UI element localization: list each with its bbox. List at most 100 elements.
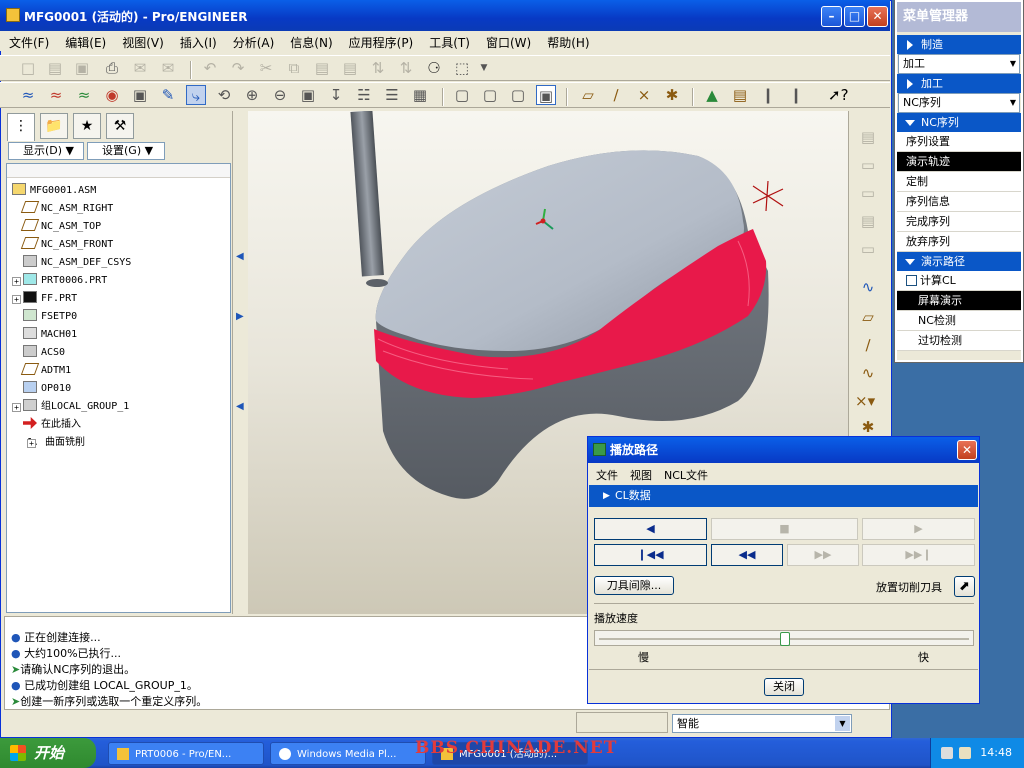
sequence-icon[interactable]: ▤: [858, 127, 878, 147]
model-display-icon[interactable]: ▣: [130, 85, 150, 105]
dialog-menu-view[interactable]: 视图: [622, 463, 656, 483]
compute-cl-checkbox[interactable]: 计算CL: [897, 271, 1021, 291]
send-icon[interactable]: ✉: [158, 58, 178, 78]
menu-item-nc-check[interactable]: NC检测: [897, 311, 1021, 331]
keyboard-icon[interactable]: [941, 747, 953, 759]
menu-window[interactable]: 窗口(W): [477, 31, 538, 51]
expand-toggle-icon[interactable]: +: [27, 439, 36, 448]
connections-tab[interactable]: ⚒: [106, 113, 134, 139]
favorites-tab[interactable]: ★: [73, 113, 101, 139]
curve-icon[interactable]: ∿: [858, 277, 878, 297]
window-icon[interactable]: ▤: [858, 211, 878, 231]
cl-data-icon[interactable]: ≈: [46, 85, 66, 105]
tree-item[interactable]: + FF.PRT: [12, 290, 77, 308]
chevron-down-icon[interactable]: ▼: [835, 716, 850, 731]
menu-item-sequence-setup[interactable]: 序列设置: [897, 132, 1021, 152]
saved-views-icon[interactable]: ☵: [354, 85, 374, 105]
material-removal-icon[interactable]: ◉: [102, 85, 122, 105]
menu-info[interactable]: 信息(N): [281, 31, 339, 51]
refit-icon[interactable]: ▣: [298, 85, 318, 105]
tree-item[interactable]: NC_ASM_TOP: [20, 218, 101, 236]
datum-axes-icon[interactable]: ∕: [606, 85, 626, 105]
datum-planes-icon[interactable]: ▱: [578, 85, 598, 105]
model-tree-tab[interactable]: ⋮: [7, 113, 35, 141]
select-dropdown-icon[interactable]: ▼: [474, 58, 494, 78]
speed-slider[interactable]: [594, 630, 974, 646]
new-file-icon[interactable]: □: [18, 58, 38, 78]
paste-icon[interactable]: ▤: [312, 58, 332, 78]
expand-toggle-icon[interactable]: +: [12, 295, 21, 304]
wireframe-icon[interactable]: ▢: [452, 85, 472, 105]
show-dropdown[interactable]: 显示(D) ▼: [8, 142, 84, 160]
tree-item[interactable]: 在此插入: [23, 416, 81, 434]
point-icon[interactable]: ×▾: [855, 391, 875, 411]
tool-setup-icon[interactable]: ❙: [758, 85, 778, 105]
minimize-button[interactable]: –: [821, 6, 842, 27]
tree-item[interactable]: + PRT0006.PRT: [12, 272, 107, 290]
layers-icon[interactable]: ☰: [382, 85, 402, 105]
slider-thumb[interactable]: [780, 632, 790, 646]
save-icon[interactable]: ▣: [72, 58, 92, 78]
menu-item-gouge-check[interactable]: 过切检测: [897, 331, 1021, 351]
tree-item[interactable]: NC_ASM_DEF_CSYS: [23, 254, 131, 272]
folder-browser-tab[interactable]: 📁: [40, 113, 68, 139]
tree-item[interactable]: +1. 曲面铣削: [27, 434, 85, 452]
network-icon[interactable]: [959, 747, 971, 759]
csys-icon[interactable]: ✱: [858, 417, 878, 437]
spin-center-icon[interactable]: ⟲: [214, 85, 234, 105]
paste-special-icon[interactable]: ▤: [340, 58, 360, 78]
menu-header-machining[interactable]: 加工: [897, 74, 1021, 93]
dialog-title-bar[interactable]: 播放路径 ✕: [588, 437, 979, 463]
print-icon[interactable]: ⎙: [102, 58, 122, 78]
selection-filter[interactable]: 智能 ▼: [672, 714, 852, 733]
tree-item[interactable]: NC_ASM_RIGHT: [20, 200, 113, 218]
menu-help[interactable]: 帮助(H): [538, 31, 596, 51]
menu-header-nc-sequence[interactable]: NC序列: [897, 113, 1021, 132]
menu-item-play-path[interactable]: 演示轨迹: [897, 152, 1021, 172]
coordinate-systems-icon[interactable]: ✱: [662, 85, 682, 105]
expand-toggle-icon[interactable]: +: [12, 277, 21, 286]
workpiece-icon[interactable]: ▤: [730, 85, 750, 105]
maximize-button[interactable]: □: [844, 6, 865, 27]
start-button[interactable]: 开始: [0, 738, 96, 768]
tree-item[interactable]: FSETP0: [23, 308, 77, 326]
tool-clearance-button[interactable]: 刀具间隙...: [594, 576, 674, 595]
close-button[interactable]: ✕: [867, 6, 888, 27]
taskbar-item[interactable]: Windows Media Pl...: [270, 742, 426, 765]
expand-arrow-icon[interactable]: ▶: [236, 311, 244, 322]
dialog-menu-ncl-file[interactable]: NCL文件: [656, 463, 712, 483]
menu-select-machining[interactable]: NC序列: [898, 93, 1020, 113]
menu-item-done-sequence[interactable]: 完成序列: [897, 212, 1021, 232]
menu-item-quit-sequence[interactable]: 放弃序列: [897, 232, 1021, 252]
menu-view[interactable]: 视图(V): [113, 31, 171, 51]
shading-icon[interactable]: ▣: [536, 85, 556, 105]
select-box-icon[interactable]: ⬚: [452, 58, 472, 78]
close-dialog-button[interactable]: 关闭: [764, 678, 804, 696]
coordinate-toggle-icon[interactable]: ⤷: [186, 85, 206, 105]
menu-analysis[interactable]: 分析(A): [224, 31, 282, 51]
rewind-to-start-button[interactable]: ❙◀◀: [594, 544, 707, 566]
undo-icon[interactable]: ↶: [200, 58, 220, 78]
regenerate-icon[interactable]: ⇅: [368, 58, 388, 78]
sketch-icon[interactable]: ▭: [858, 239, 878, 259]
email-icon[interactable]: ✉: [130, 58, 150, 78]
zoom-in-icon[interactable]: ⊕: [242, 85, 262, 105]
taskbar-item[interactable]: PRT0006 - Pro/EN...: [108, 742, 264, 765]
tree-item[interactable]: MFG0001.ASM: [12, 182, 96, 200]
datum-points-icon[interactable]: ×: [634, 85, 654, 105]
step-backward-button[interactable]: ◀◀: [711, 544, 783, 566]
panel-splitter[interactable]: ◀ ▶ ◀: [232, 111, 248, 614]
context-help-icon[interactable]: ➚?: [828, 85, 849, 105]
expand-toggle-icon[interactable]: +: [12, 403, 21, 412]
manufacture-icon[interactable]: ▲: [702, 85, 722, 105]
regenerate-manager-icon[interactable]: ⇅: [396, 58, 416, 78]
menu-edit[interactable]: 编辑(E): [56, 31, 113, 51]
cut-icon[interactable]: ✂: [256, 58, 276, 78]
axis-icon[interactable]: ∕: [858, 335, 878, 355]
collapse-arrow-icon[interactable]: ◀: [236, 251, 244, 262]
menu-header-play-path[interactable]: 演示路径: [897, 252, 1021, 271]
nc-check-icon[interactable]: ≈: [74, 85, 94, 105]
reorient-icon[interactable]: ↧: [326, 85, 346, 105]
dialog-menu-file[interactable]: 文件: [588, 463, 622, 483]
zoom-out-icon[interactable]: ⊖: [270, 85, 290, 105]
